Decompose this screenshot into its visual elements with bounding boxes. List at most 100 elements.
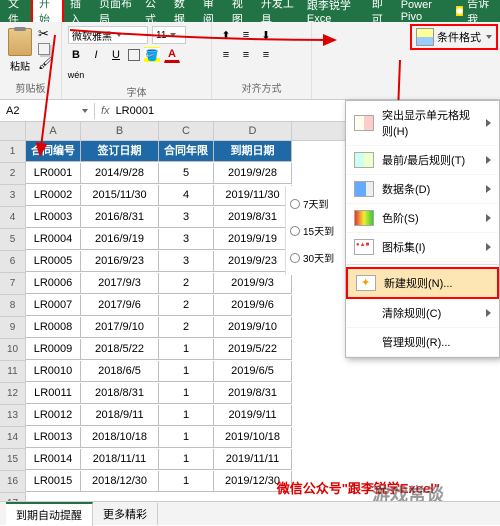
header-cell[interactable]: 合同年限	[159, 141, 214, 162]
align-bot-button[interactable]: ⬇	[258, 27, 274, 43]
font-size-select[interactable]: 11	[152, 26, 186, 44]
data-cell[interactable]: 2017/9/3	[81, 273, 159, 294]
data-cell[interactable]: 2019/11/30	[214, 185, 292, 206]
data-cell[interactable]: 4	[159, 185, 214, 206]
data-cell[interactable]: 2019/9/6	[214, 295, 292, 316]
data-cell[interactable]: LR0007	[26, 295, 81, 316]
data-cell[interactable]: 1	[159, 471, 214, 492]
fx-icon[interactable]: fx	[101, 105, 110, 117]
menu-iconsets[interactable]: 图标集(I)	[346, 233, 499, 262]
data-cell[interactable]: 2018/5/22	[81, 339, 159, 360]
data-cell[interactable]: 1	[159, 339, 214, 360]
opt-30days[interactable]: 30天到	[288, 244, 336, 271]
data-cell[interactable]: 2019/9/3	[214, 273, 292, 294]
align-right-button[interactable]: ≡	[258, 47, 274, 63]
data-cell[interactable]: 2	[159, 317, 214, 338]
data-cell[interactable]: 2019/10/18	[214, 427, 292, 448]
row-header[interactable]: 11	[0, 361, 26, 383]
row-header[interactable]: 8	[0, 295, 26, 317]
font-color-button[interactable]: A	[164, 47, 180, 63]
col-header-d[interactable]: D	[214, 122, 292, 140]
data-cell[interactable]: 2019/9/19	[214, 229, 292, 250]
data-cell[interactable]: LR0013	[26, 427, 81, 448]
align-center-button[interactable]: ≡	[238, 47, 254, 63]
menu-top-rules[interactable]: 最前/最后规则(T)	[346, 146, 499, 175]
data-cell[interactable]: 2019/9/28	[214, 163, 292, 184]
col-header-c[interactable]: C	[159, 122, 214, 140]
row-header[interactable]: 4	[0, 207, 26, 229]
data-cell[interactable]: 2	[159, 295, 214, 316]
sheet-tab-1[interactable]: 到期自动提醒	[6, 502, 93, 526]
data-cell[interactable]: 2019/8/31	[214, 383, 292, 404]
data-cell[interactable]: 2015/11/30	[81, 185, 159, 206]
data-cell[interactable]: 2018/12/30	[81, 471, 159, 492]
data-cell[interactable]: 2016/9/23	[81, 251, 159, 272]
data-cell[interactable]: 3	[159, 207, 214, 228]
align-left-button[interactable]: ≡	[218, 47, 234, 63]
data-cell[interactable]: LR0008	[26, 317, 81, 338]
data-cell[interactable]: 2018/11/11	[81, 449, 159, 470]
data-cell[interactable]: LR0010	[26, 361, 81, 382]
header-cell[interactable]: 到期日期	[214, 141, 292, 162]
font-name-select[interactable]: 微软雅黑	[68, 26, 148, 44]
row-header[interactable]: 7	[0, 273, 26, 295]
data-cell[interactable]: 2019/11/11	[214, 449, 292, 470]
data-cell[interactable]: 2019/9/10	[214, 317, 292, 338]
data-cell[interactable]: LR0011	[26, 383, 81, 404]
menu-highlight-rules[interactable]: 突出显示单元格规则(H)	[346, 101, 499, 146]
data-cell[interactable]: 2016/8/31	[81, 207, 159, 228]
data-cell[interactable]: 2014/9/28	[81, 163, 159, 184]
data-cell[interactable]: 1	[159, 449, 214, 470]
data-cell[interactable]: LR0009	[26, 339, 81, 360]
data-cell[interactable]: LR0012	[26, 405, 81, 426]
data-cell[interactable]: 2016/9/19	[81, 229, 159, 250]
italic-button[interactable]: I	[88, 47, 104, 63]
data-cell[interactable]: LR0014	[26, 449, 81, 470]
data-cell[interactable]: 3	[159, 229, 214, 250]
data-cell[interactable]: 2017/9/6	[81, 295, 159, 316]
data-cell[interactable]: 1	[159, 383, 214, 404]
data-cell[interactable]: LR0006	[26, 273, 81, 294]
header-cell[interactable]: 签订日期	[81, 141, 159, 162]
data-cell[interactable]: LR0001	[26, 163, 81, 184]
data-cell[interactable]: 2018/10/18	[81, 427, 159, 448]
row-header[interactable]: 13	[0, 405, 26, 427]
col-header-a[interactable]: A	[26, 122, 81, 140]
cut-icon[interactable]: ✂	[38, 26, 54, 42]
fill-color-button[interactable]: 🪣	[144, 47, 160, 63]
data-cell[interactable]: 2017/9/10	[81, 317, 159, 338]
menu-clear-rules[interactable]: 清除规则(C)	[346, 299, 499, 328]
row-header[interactable]: 2	[0, 163, 26, 185]
row-header[interactable]: 15	[0, 449, 26, 471]
data-cell[interactable]: LR0003	[26, 207, 81, 228]
opt-7days[interactable]: 7天到	[288, 190, 336, 217]
name-box[interactable]: A2	[0, 103, 95, 119]
data-cell[interactable]: LR0015	[26, 471, 81, 492]
select-all-corner[interactable]	[0, 122, 26, 140]
data-cell[interactable]: 2018/6/5	[81, 361, 159, 382]
data-cell[interactable]: LR0004	[26, 229, 81, 250]
data-cell[interactable]: 2019/9/23	[214, 251, 292, 272]
menu-manage-rules[interactable]: 管理规则(R)...	[346, 328, 499, 357]
data-cell[interactable]: 2018/9/11	[81, 405, 159, 426]
data-cell[interactable]: 2019/9/11	[214, 405, 292, 426]
data-cell[interactable]: 2	[159, 273, 214, 294]
data-cell[interactable]: 3	[159, 251, 214, 272]
formula-input[interactable]: LR0001	[116, 105, 155, 117]
menu-databars[interactable]: 数据条(D)	[346, 175, 499, 204]
align-top-button[interactable]: ⬆	[218, 27, 234, 43]
data-cell[interactable]: LR0005	[26, 251, 81, 272]
header-cell[interactable]: 合同编号	[26, 141, 81, 162]
data-cell[interactable]: 2019/6/5	[214, 361, 292, 382]
data-cell[interactable]: 5	[159, 163, 214, 184]
menu-colorscale[interactable]: 色阶(S)	[346, 204, 499, 233]
data-cell[interactable]: 2019/8/31	[214, 207, 292, 228]
sheet-tab-2[interactable]: 更多精彩	[93, 503, 158, 525]
data-cell[interactable]: 1	[159, 427, 214, 448]
col-header-b[interactable]: B	[81, 122, 159, 140]
phonetic-button[interactable]: wén	[68, 67, 84, 83]
align-mid-button[interactable]: ≡	[238, 27, 254, 43]
data-cell[interactable]: 2019/5/22	[214, 339, 292, 360]
row-header[interactable]: 6	[0, 251, 26, 273]
conditional-format-button[interactable]: 条件格式	[410, 24, 498, 50]
